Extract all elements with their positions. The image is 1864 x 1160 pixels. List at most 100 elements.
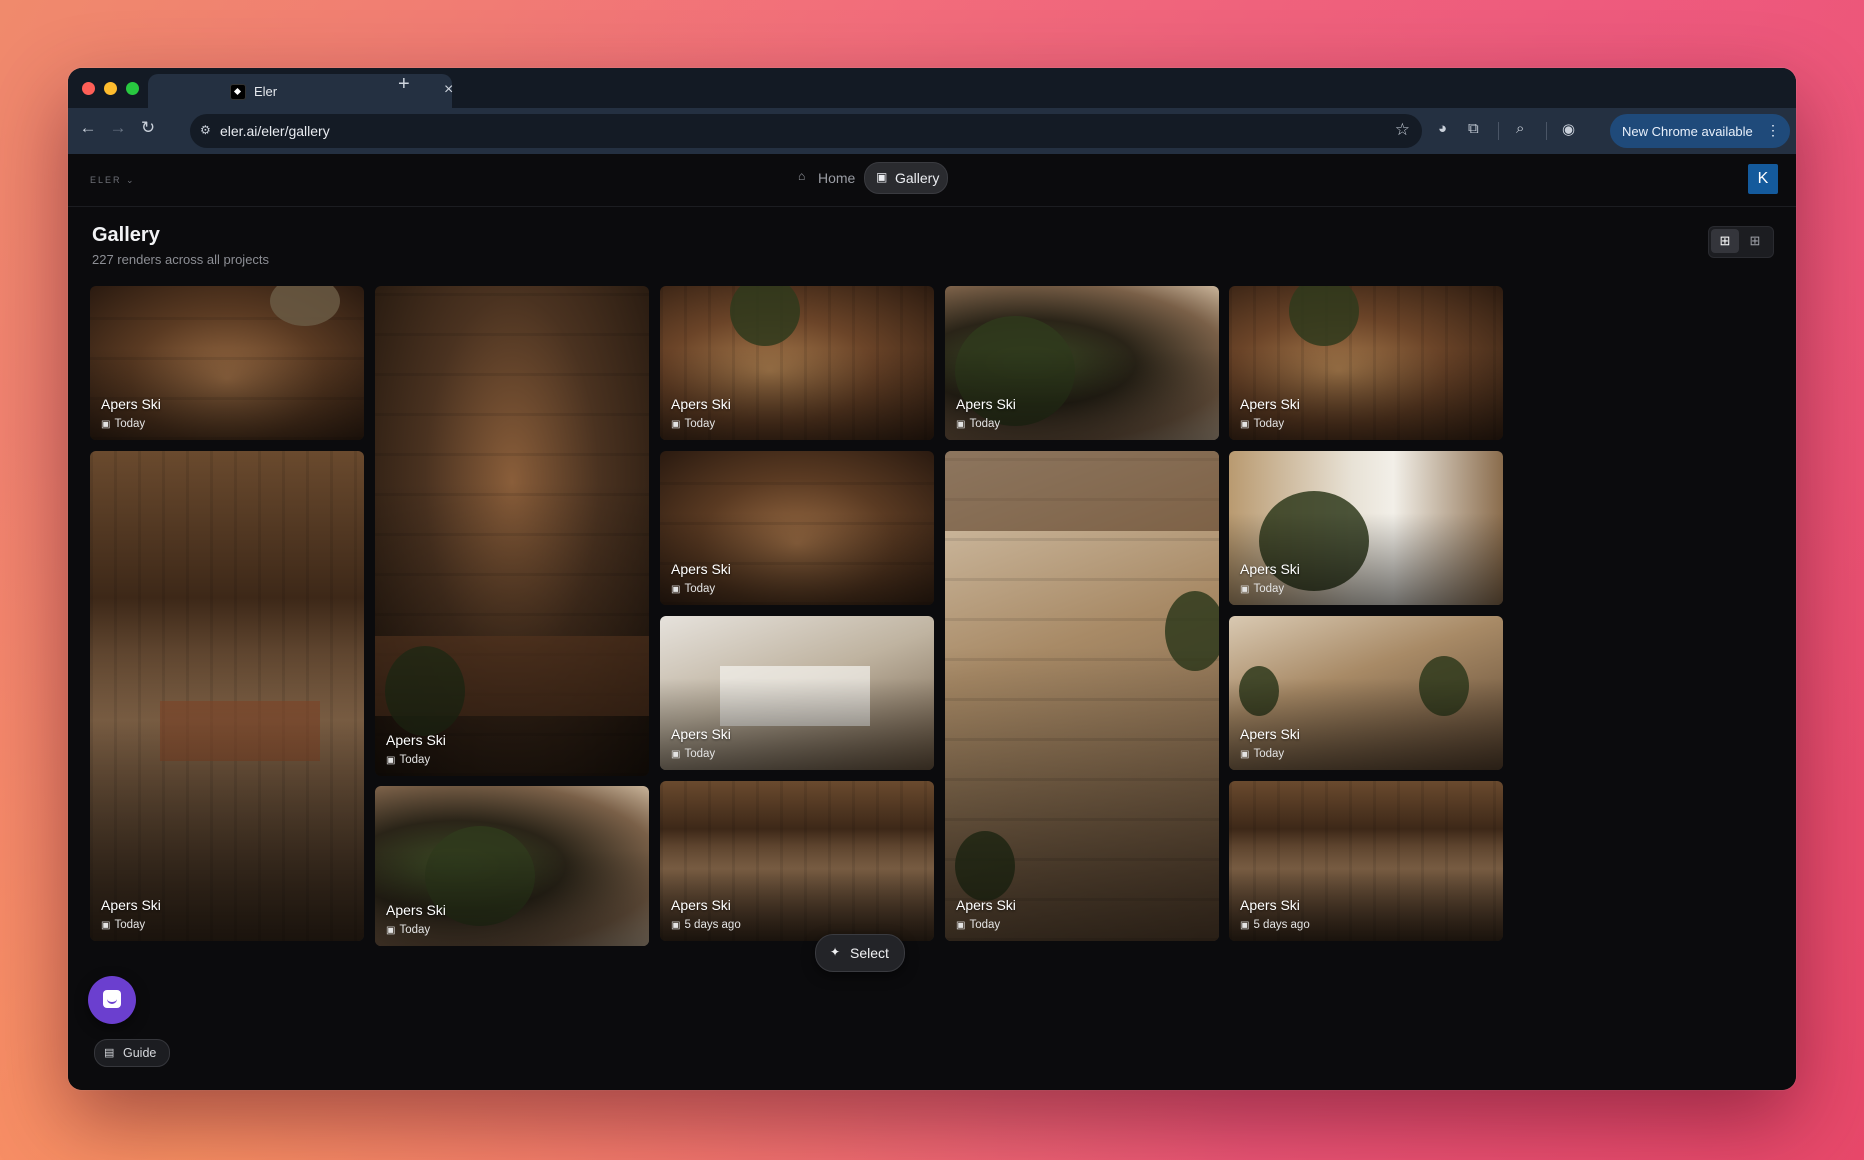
chat-icon [103, 990, 121, 1008]
browser-window: Eler × + ← → ↻ ⚙ eler.ai/eler/gallery ☆ … [68, 68, 1796, 1090]
nav-home[interactable]: ⌂ Home [794, 162, 864, 192]
extensions-puzzle-icon[interactable]: ⧉ [1468, 120, 1479, 137]
nav-gallery[interactable]: ▣ Gallery [864, 162, 948, 194]
image-icon: ▣ [386, 925, 396, 936]
render-card[interactable]: Apers Ski ▣ Today [660, 451, 934, 605]
grid-view-icon[interactable]: ⊞ [1741, 229, 1769, 253]
page-subtitle: 227 renders across all projects [92, 252, 270, 267]
minimize-window-button[interactable] [104, 82, 117, 95]
card-title: Apers Ski [671, 396, 731, 412]
reload-icon[interactable]: ↻ [136, 118, 160, 138]
render-card[interactable]: Apers Ski ▣ 5 days ago [1229, 781, 1503, 941]
render-card[interactable]: Apers Ski ▣ Today [660, 616, 934, 770]
card-date: ▣ Today [386, 754, 430, 766]
card-date-text: Today [399, 754, 431, 766]
site-info-icon[interactable]: ⚙ [200, 123, 216, 139]
render-image [375, 286, 649, 776]
card-date-text: Today [684, 418, 716, 430]
image-icon: ▣ [956, 920, 966, 931]
card-title: Apers Ski [101, 396, 161, 412]
render-card[interactable]: Apers Ski ▣ Today [375, 786, 649, 946]
render-card[interactable]: Apers Ski ▣ 5 days ago [660, 781, 934, 941]
sparkle-icon: ✦ [830, 945, 841, 959]
image-icon: ▣ [671, 749, 681, 760]
card-date-text: Today [969, 418, 1001, 430]
guide-button[interactable]: ▤ Guide [94, 1039, 170, 1067]
app-content: ELER ⌄ ⌂ Home ▣ Gallery K Gallery 227 re… [68, 154, 1796, 1090]
card-title: Apers Ski [1240, 726, 1300, 742]
image-icon: ▣ [1240, 419, 1250, 430]
render-card[interactable]: Apers Ski ▣ Today [1229, 286, 1503, 440]
image-icon: ▣ [671, 920, 681, 931]
card-title: Apers Ski [386, 902, 446, 918]
card-date: ▣ Today [101, 418, 145, 430]
forward-icon[interactable]: → [106, 118, 130, 138]
card-date-text: Today [969, 919, 1001, 931]
render-image [160, 701, 320, 761]
card-date-text: Today [1253, 748, 1285, 760]
image-icon: ▣ [1240, 749, 1250, 760]
render-image [955, 831, 1015, 901]
render-card[interactable]: Apers Ski ▣ Today [90, 286, 364, 440]
render-image [1239, 666, 1279, 716]
render-image [720, 666, 870, 726]
card-date: ▣ Today [1240, 748, 1284, 760]
image-icon: ▣ [101, 419, 111, 430]
select-button[interactable]: ✦ Select [815, 934, 905, 972]
tab-close-icon[interactable]: × [444, 81, 453, 99]
tab-title: Eler [254, 84, 278, 99]
profile-icon[interactable]: ◉ [1562, 120, 1575, 138]
card-date: ▣ Today [1240, 583, 1284, 595]
card-date: ▣ Today [1240, 418, 1284, 430]
tab-strip: Eler × + [68, 68, 1796, 108]
toolbar-divider [1498, 122, 1499, 140]
card-date: ▣ Today [671, 748, 715, 760]
close-window-button[interactable] [82, 82, 95, 95]
render-image [660, 451, 934, 605]
maximize-window-button[interactable] [126, 82, 139, 95]
render-card[interactable]: Apers Ski ▣ Today [1229, 451, 1503, 605]
toolbar-divider [1546, 122, 1547, 140]
card-date-text: 5 days ago [684, 919, 741, 931]
search-tab-icon[interactable]: ⌕ [1516, 120, 1524, 137]
masonry-view-icon[interactable]: ⊞ [1711, 229, 1739, 253]
home-icon: ⌂ [798, 169, 806, 183]
support-chat-button[interactable] [88, 976, 136, 1024]
image-icon: ▣ [386, 755, 396, 766]
render-card[interactable]: Apers Ski ▣ Today [945, 451, 1219, 941]
card-date: ▣ 5 days ago [1240, 919, 1310, 931]
extension-color-icon[interactable]: ◕ [1438, 120, 1447, 137]
render-image [1229, 286, 1503, 440]
card-title: Apers Ski [956, 897, 1016, 913]
card-date-text: Today [684, 583, 716, 595]
image-icon: ▣ [1240, 584, 1250, 595]
card-date: ▣ 5 days ago [671, 919, 741, 931]
card-date-text: Today [114, 418, 146, 430]
chrome-update-label: New Chrome available [1622, 124, 1753, 139]
back-icon[interactable]: ← [76, 118, 100, 138]
address-bar[interactable]: ⚙ eler.ai/eler/gallery ☆ [190, 114, 1422, 148]
more-menu-icon[interactable]: ⋮ [1766, 122, 1780, 139]
workspace-switcher[interactable]: ELER ⌄ [90, 175, 136, 186]
image-icon: ▣ [101, 920, 111, 931]
chrome-update-button[interactable]: New Chrome available ⋮ [1610, 114, 1790, 148]
image-icon: ▣ [671, 419, 681, 430]
user-avatar[interactable]: K [1748, 164, 1778, 194]
render-card[interactable]: Apers Ski ▣ Today [1229, 616, 1503, 770]
card-date: ▣ Today [386, 924, 430, 936]
render-image [1229, 781, 1503, 941]
image-icon: ▣ [876, 170, 888, 184]
new-tab-icon[interactable]: + [398, 73, 410, 96]
book-icon: ▤ [104, 1047, 115, 1059]
render-card[interactable]: Apers Ski ▣ Today [660, 286, 934, 440]
bookmark-star-icon[interactable]: ☆ [1395, 120, 1410, 140]
render-card[interactable]: Apers Ski ▣ Today [90, 451, 364, 941]
tab-favicon-icon [230, 84, 246, 100]
card-date-text: Today [114, 919, 146, 931]
guide-label: Guide [123, 1046, 157, 1060]
render-image [90, 451, 364, 941]
render-card[interactable]: Apers Ski ▣ Today [945, 286, 1219, 440]
image-icon: ▣ [1240, 920, 1250, 931]
card-date: ▣ Today [671, 418, 715, 430]
render-card[interactable]: Apers Ski ▣ Today [375, 286, 649, 776]
